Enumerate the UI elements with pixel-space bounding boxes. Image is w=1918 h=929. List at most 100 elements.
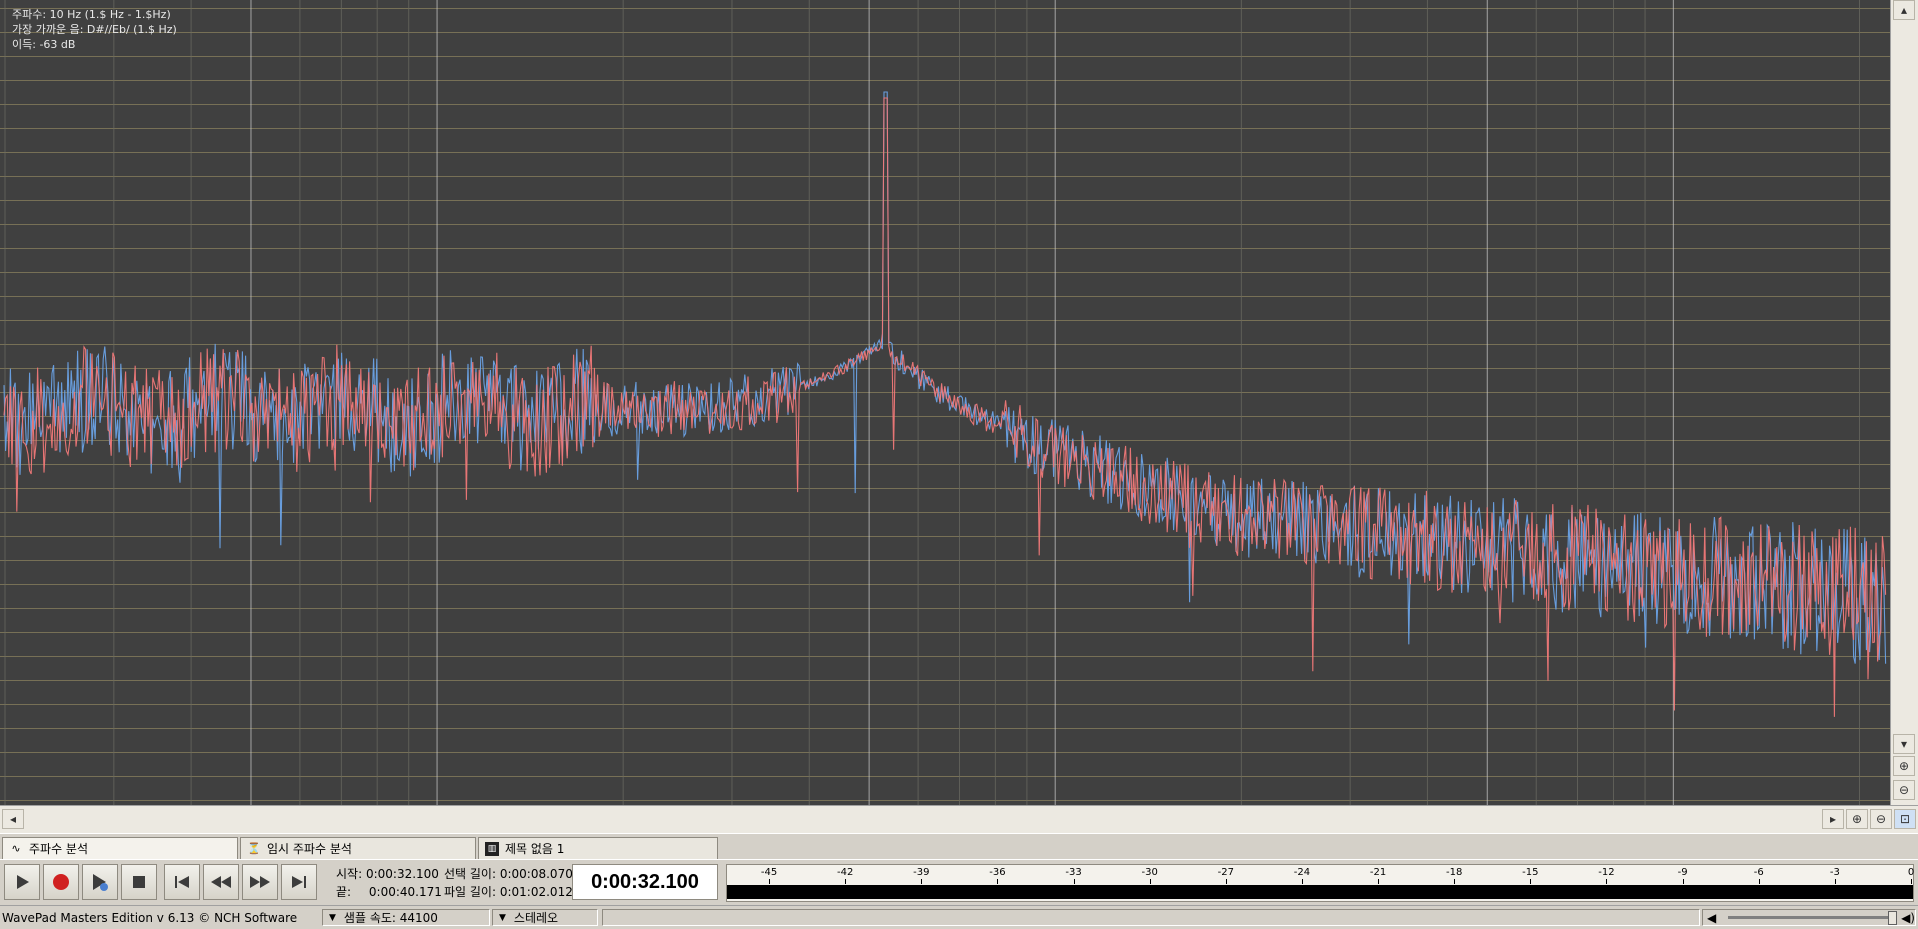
meter-label: -6 [1753, 867, 1764, 878]
tab-temporary-frequency-analysis[interactable]: ⏳ 임시 주파수 분석 [240, 837, 476, 859]
gain-label: 이득: [12, 38, 36, 51]
meter-tick [997, 879, 999, 884]
meter-label: -42 [837, 867, 854, 878]
rewind-icon [211, 876, 231, 888]
meter-label: -27 [1217, 867, 1234, 878]
status-message-panel [602, 909, 1700, 926]
scroll-down-button[interactable]: ▾ [1893, 734, 1915, 754]
play-icon [17, 875, 29, 889]
selection-length-value: 0:00:08.070 [499, 867, 573, 881]
horizontal-scrollbar[interactable]: ◂ ▸ ⊕ ⊖ ⊡ [0, 805, 1918, 834]
end-label: 끝: [336, 885, 352, 899]
file-length-label: 파일 길이: [444, 885, 497, 899]
spectrum-series-line [3, 97, 1887, 717]
go-to-start-button[interactable] [164, 864, 200, 900]
volume-slider-thumb[interactable] [1888, 911, 1898, 925]
meter-label: -9 [1677, 867, 1688, 878]
zoom-fit-button[interactable]: ⊡ [1894, 809, 1916, 829]
meter-tick [921, 879, 923, 884]
tab-frequency-analysis[interactable]: ∿ 주파수 분석 [2, 837, 238, 859]
meter-tick [769, 879, 771, 884]
horizontal-zoom-in-button[interactable]: ⊕ [1846, 809, 1868, 829]
dropdown-arrow-icon: ▼ [329, 912, 336, 923]
end-time: 끝: 0:00:40.171 [336, 883, 442, 901]
end-value: 0:00:40.171 [368, 885, 442, 899]
tab-untitled-1[interactable]: ▥ 제목 없음 1 [478, 837, 718, 859]
volume-control: ◀ ◀) [1702, 909, 1916, 926]
record-button[interactable] [43, 864, 79, 900]
arrow-up-icon: ▴ [1900, 3, 1908, 17]
scroll-up-button[interactable]: ▴ [1893, 0, 1915, 20]
meter-label: -33 [1065, 867, 1082, 878]
sample-rate-dropdown[interactable]: ▼ 샘플 속도: 44100 [322, 909, 490, 926]
time-display: 0:00:32.100 [572, 864, 718, 900]
arrow-down-icon: ▾ [1900, 737, 1908, 751]
meter-tick [1301, 879, 1303, 884]
scroll-left-button[interactable]: ◂ [2, 809, 24, 829]
stop-button[interactable] [121, 864, 157, 900]
scrub-button[interactable] [82, 864, 118, 900]
frequency-label: 주파수: [12, 8, 47, 21]
arrow-right-icon: ▸ [1829, 812, 1837, 826]
selection-start-end: 시작: 0:00:32.100 끝: 0:00:40.171 [336, 865, 442, 901]
selection-length-label: 선택 길이: [444, 867, 497, 881]
meter-label: -15 [1522, 867, 1539, 878]
meter-bar [727, 885, 1913, 899]
meter-tick [1073, 879, 1075, 884]
meter-tick [1606, 879, 1608, 884]
start-value: 0:00:32.100 [365, 867, 439, 881]
frequency-readout: 주파수: 10 Hz (1.$ Hz - 1.$Hz) [12, 6, 171, 22]
vertical-zoom-in-button[interactable]: ⊕ [1893, 756, 1915, 776]
start-time: 시작: 0:00:32.100 [336, 865, 442, 883]
meter-tick [1911, 879, 1912, 884]
fast-forward-button[interactable] [242, 864, 278, 900]
meter-tick [1758, 879, 1760, 884]
waveform-file-icon: ▥ [485, 841, 499, 856]
scroll-right-button[interactable]: ▸ [1822, 809, 1844, 829]
meter-tick [845, 879, 847, 884]
meter-label: -18 [1446, 867, 1463, 878]
meter-tick [1378, 879, 1380, 884]
frequency-analysis-icon: ∿ [11, 842, 21, 855]
fast-forward-icon [250, 876, 270, 888]
speaker-icon: ◀ [1707, 910, 1717, 925]
gain-value: -63 dB [39, 38, 76, 51]
meter-tick [1149, 879, 1151, 884]
meter-tick [1454, 879, 1456, 884]
skip-back-icon [175, 876, 189, 888]
nearest-note-readout: 가장 가까운 음: D#//Eb/ (1.$ Hz) [12, 21, 177, 37]
scrub-icon [93, 874, 108, 891]
zoom-out-icon: ⊖ [1898, 783, 1910, 797]
record-icon [53, 874, 69, 890]
tab-label: 임시 주파수 분석 [267, 842, 352, 856]
channels-dropdown[interactable]: ▼ 스테레오 [492, 909, 598, 926]
selection-file-length: 선택 길이: 0:00:08.070 파일 길이: 0:01:02.012 [444, 865, 573, 901]
frequency-analysis-plot[interactable]: 주파수: 10 Hz (1.$ Hz - 1.$Hz) 가장 가까운 음: D#… [0, 0, 1890, 805]
rewind-button[interactable] [203, 864, 239, 900]
speaker-loud-icon: ◀) [1901, 910, 1915, 925]
nearest-note-value: D#//Eb/ (1.$ Hz) [86, 23, 177, 36]
vertical-zoom-out-button[interactable]: ⊖ [1893, 780, 1915, 800]
zoom-in-icon: ⊕ [1898, 759, 1910, 773]
tab-label: 주파수 분석 [29, 842, 89, 856]
zoom-in-icon: ⊕ [1851, 812, 1863, 826]
meter-label: -36 [989, 867, 1006, 878]
transport-bar: 시작: 0:00:32.100 끝: 0:00:40.171 선택 길이: 0:… [0, 859, 1918, 906]
horizontal-zoom-out-button[interactable]: ⊖ [1870, 809, 1892, 829]
meter-tick [1530, 879, 1532, 884]
start-label: 시작: [336, 867, 363, 881]
meter-tick [1682, 879, 1684, 884]
level-meter: -45 -42 -39 -36 -33 -30 -27 -24 -21 -18 -15 -12 -9 -6… [726, 864, 1914, 902]
nearest-note-label: 가장 가까운 음: [12, 23, 84, 36]
stop-icon [133, 876, 145, 888]
meter-label: -24 [1293, 867, 1311, 878]
frequency-value: 10 Hz (1.$ Hz - 1.$Hz) [49, 8, 171, 21]
file-length-value: 0:01:02.012 [499, 885, 573, 899]
go-to-end-button[interactable] [281, 864, 317, 900]
meter-label: 0 [1907, 867, 1915, 878]
spectrum-chart [0, 0, 1890, 805]
play-button[interactable] [4, 864, 40, 900]
vertical-scrollbar[interactable]: ▴ ▾ ⊕ ⊖ [1890, 0, 1918, 805]
selection-length: 선택 길이: 0:00:08.070 [444, 865, 573, 883]
volume-slider[interactable] [1728, 911, 1898, 925]
